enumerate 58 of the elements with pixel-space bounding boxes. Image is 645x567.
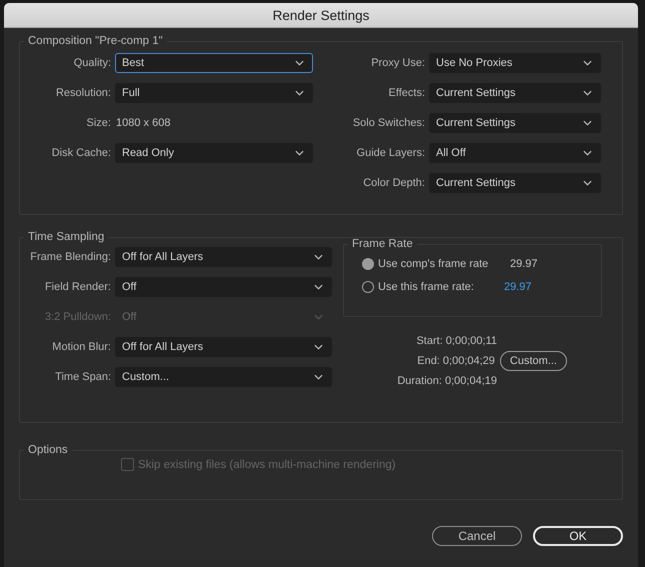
group-title: Frame Rate <box>351 238 414 250</box>
chevron-icon <box>295 90 304 96</box>
field-label: Time Span: <box>54 371 112 383</box>
dropdown[interactable]: Current Settings <box>429 83 601 103</box>
field-label: Size: <box>86 117 112 129</box>
dropdown[interactable]: Off for All Layers <box>115 247 332 267</box>
radio-button[interactable] <box>362 258 374 270</box>
frame-rate-value: 29.97 <box>510 258 538 270</box>
radio-label: Use comp's frame rate <box>378 258 490 270</box>
dropdown[interactable]: Best <box>115 53 313 73</box>
custom-button[interactable]: Custom... <box>500 351 567 371</box>
field-label: Guide Layers: <box>356 147 426 159</box>
cancel-button[interactable]: Cancel <box>432 526 522 546</box>
field-label: Solo Switches: <box>352 117 426 129</box>
chevron-icon <box>314 284 323 290</box>
dropdown[interactable]: Custom... <box>115 367 332 387</box>
dropdown[interactable]: Current Settings <box>429 173 601 193</box>
chevron-icon <box>583 90 592 96</box>
field-label: Motion Blur: <box>51 341 112 353</box>
window-title: Render Settings <box>272 8 370 22</box>
chevron-icon <box>583 120 592 126</box>
time-span-value: Duration: 0;00;04;19 <box>396 375 497 387</box>
chevron-icon <box>314 344 323 350</box>
field-label: Color Depth: <box>362 177 426 189</box>
radio-label: Use this frame rate: <box>378 280 475 292</box>
dropdown[interactable]: Current Settings <box>429 113 601 133</box>
chevron-icon <box>583 150 592 156</box>
group-title: Time Sampling <box>27 231 106 243</box>
field-label: Disk Cache: <box>50 147 112 159</box>
checkbox-label: Skip existing files (allows multi-machine rendering) <box>138 458 396 470</box>
chevron-icon <box>314 254 323 260</box>
ok-button[interactable]: OK <box>533 526 623 546</box>
dropdown[interactable]: Off <box>115 277 332 297</box>
field-label: Resolution: <box>54 87 112 99</box>
field-label: 3:2 Pulldown: <box>44 311 112 323</box>
field-label: Effects: <box>388 87 426 99</box>
dropdown[interactable]: Use No Proxies <box>429 53 601 73</box>
chevron-icon <box>583 180 592 186</box>
time-span-value: End: 0;00;04;29 <box>416 355 495 367</box>
time-span-value: Start: 0;00;00;11 <box>415 335 497 347</box>
field-label: Proxy Use: <box>370 57 426 69</box>
field-label: Frame Blending: <box>29 251 112 263</box>
chevron-icon <box>295 150 304 156</box>
radio-button[interactable] <box>362 280 374 292</box>
field-value: 1080 x 608 <box>115 117 170 129</box>
dropdown[interactable]: Full <box>115 83 313 103</box>
chevron-icon <box>295 60 304 66</box>
field-label: Field Render: <box>44 281 112 293</box>
dropdown[interactable]: Read Only <box>115 143 313 163</box>
chevron-icon <box>583 60 592 66</box>
chevron-icon <box>314 314 323 320</box>
group-title: Composition "Pre-comp 1" <box>27 35 164 47</box>
dropdown[interactable]: Off for All Layers <box>115 337 332 357</box>
frame-rate-field[interactable]: 29.97 <box>504 280 532 292</box>
group-title: Options <box>27 444 69 456</box>
field-label: Quality: <box>72 57 112 69</box>
chevron-icon <box>314 374 323 380</box>
dropdown[interactable]: All Off <box>429 143 601 163</box>
